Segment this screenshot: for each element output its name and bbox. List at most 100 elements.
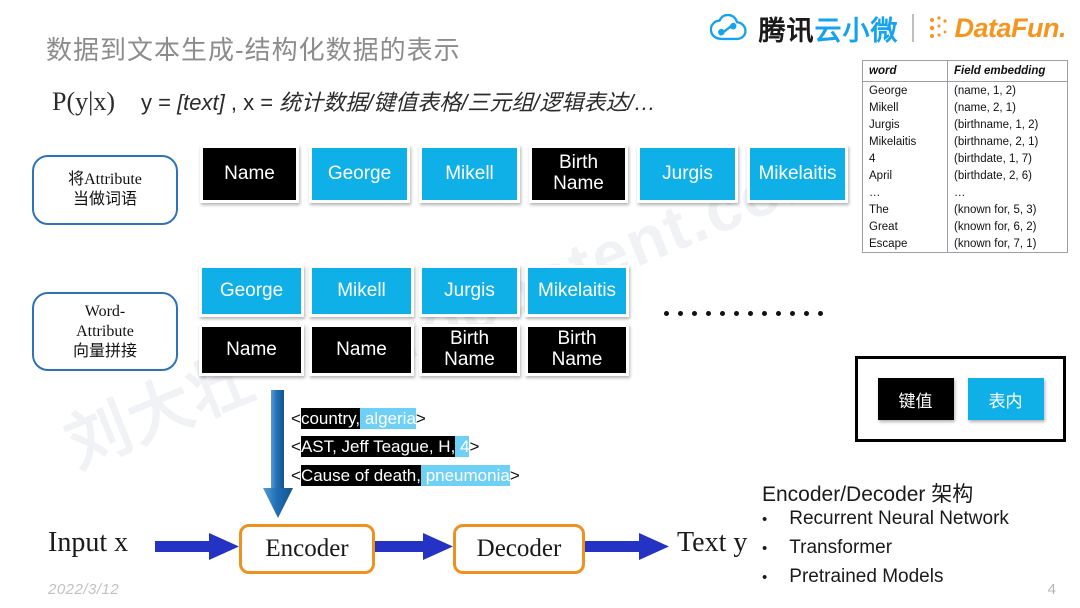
row2-chip-mikell: Mikell <box>309 265 414 317</box>
ellipsis-dot <box>706 311 711 316</box>
flow-input-label: Input x <box>48 527 129 558</box>
table-row: Mikelaitis (birthname, 2, 1) <box>862 133 1068 150</box>
decoder-box: Decoder <box>453 524 585 574</box>
ellipsis-dot <box>762 311 767 316</box>
note-attribute-line2: 当做词语 <box>72 191 137 208</box>
architecture-title: Encoder/Decoder 架构 <box>762 483 974 506</box>
row2-chip-mikelaitis: Mikelaitis <box>525 265 629 317</box>
triple-key: AST, Jeff Teague, H, <box>300 436 456 458</box>
chip-label: Name <box>202 327 301 373</box>
triple-key: Cause of death, <box>300 464 421 486</box>
tencent-cloud-logo: 腾讯云小微 <box>710 9 898 48</box>
table-row: Great (known for, 6, 2) <box>862 218 1068 235</box>
ellipsis-dot <box>664 311 669 316</box>
bullet-icon: • <box>762 511 768 528</box>
triple-row: <AST, Jeff Teague, H, 4> <box>291 434 520 460</box>
note-box-word-attribute-concat: Word- Attribute 向量拼接 <box>32 292 178 371</box>
chip-label: Mikell <box>422 148 517 200</box>
triple-row: <Cause of death, pneumonia> <box>291 463 520 489</box>
legend-key-value-swatch: 键值 <box>877 378 954 420</box>
ellipsis-dot <box>734 311 739 316</box>
triple-open: < <box>291 409 301 428</box>
triple-close: > <box>415 409 426 428</box>
table-cell: (birthname, 2, 1) <box>954 135 1039 148</box>
row2-chip-name: Name <box>199 324 304 376</box>
table-cell: Great <box>862 218 948 235</box>
page-number: 4 <box>1047 581 1056 598</box>
ellipsis-dots <box>664 311 823 316</box>
tencent-wordmark-blue: 云小微 <box>814 15 899 46</box>
ellipsis-dot <box>804 311 809 316</box>
table-cell: Escape <box>862 235 948 253</box>
table-header-row: word Field embedding <box>862 60 1068 82</box>
triple-value: pneumonia <box>420 464 510 486</box>
triple-examples: <country, algeria> <AST, Jeff Teague, H,… <box>291 406 520 491</box>
ellipsis-dot <box>720 311 725 316</box>
chip-label: Name <box>312 327 411 373</box>
table-cell: Mikelaitis <box>862 133 948 150</box>
table-cell: (known for, 6, 2) <box>954 220 1037 233</box>
table-cell: April <box>862 167 948 184</box>
formula-text-token: [text] <box>177 90 225 115</box>
chip-label: Birth Name <box>528 327 626 373</box>
table-cell: (known for, 7, 1) <box>954 237 1037 250</box>
formula-x-part: , x = <box>224 90 280 115</box>
datafun-dots-icon <box>928 15 950 41</box>
chip-label: Birth Name <box>532 148 625 200</box>
chip-label: Mikelaitis <box>750 148 845 200</box>
list-item: • Transformer <box>762 534 1009 563</box>
table-cell: George <box>862 81 948 99</box>
list-item-label: Transformer <box>789 536 893 558</box>
row1-chip-jurgis: Jurgis <box>637 145 738 203</box>
list-item-label: Pretrained Models <box>789 565 944 587</box>
triple-open: < <box>291 465 301 485</box>
tencent-cloud-icon <box>710 13 750 42</box>
chip-label: Name <box>203 148 296 200</box>
triple-key: country, <box>300 408 361 429</box>
note-wordattr-line3: 向量拼接 <box>72 342 137 360</box>
triple-value: 4 <box>455 436 470 458</box>
ellipsis-dot <box>678 311 683 316</box>
triple-value: algeria <box>360 408 416 429</box>
encoder-box: Encoder <box>239 524 375 574</box>
table-row: George (name, 1, 2) <box>862 81 1068 99</box>
table-cell: (birthname, 1, 2) <box>954 118 1039 131</box>
ellipsis-dot <box>790 311 795 316</box>
table-row: Jurgis (birthname, 1, 2) <box>862 116 1068 133</box>
table-cell: (known for, 5, 3) <box>954 203 1037 216</box>
chip-label: Mikell <box>312 268 411 314</box>
table-cell: (birthdate, 1, 7) <box>954 152 1032 165</box>
chip-label: Jurgis <box>640 148 735 200</box>
note-wordattr-line1: Word- <box>84 302 126 320</box>
table-header-cell: Field embedding <box>947 60 1068 82</box>
conditional-probability: P(y|x) <box>52 87 115 116</box>
architecture-list: • Recurrent Neural Network • Transformer • Pr… <box>762 505 1009 592</box>
chip-label: George <box>312 148 407 200</box>
bullet-icon: • <box>762 568 768 586</box>
chip-label: Birth Name <box>422 327 517 373</box>
triple-open: < <box>291 437 301 457</box>
formula-x-values: 统计数据/键值表格/三元组/逻辑表达/… <box>279 90 656 115</box>
formula-line: P(y|x) y = [text] , x = 统计数据/键值表格/三元组/逻辑表… <box>52 85 656 117</box>
list-item-label: Recurrent Neural Network <box>789 508 1009 529</box>
tencent-cloud-wordmark: 腾讯云小微 <box>758 9 898 48</box>
row1-chip-mikelaitis: Mikelaitis <box>747 145 848 203</box>
chip-label: Jurgis <box>422 268 517 314</box>
triple-close: > <box>509 465 520 485</box>
table-cell: … <box>954 186 966 199</box>
arrow-input-to-encoder-icon <box>155 530 241 567</box>
chip-label: Mikelaitis <box>528 268 626 314</box>
ellipsis-dot <box>818 311 823 316</box>
row1-chip-birth-name: Birth Name <box>529 145 628 203</box>
row2-chip-jurgis: Jurgis <box>419 265 520 317</box>
page-title: 数据到文本生成-结构化数据的表示 <box>46 35 461 65</box>
row1-chip-name: Name <box>200 145 299 203</box>
row2-chip-birth-name: Birth Name <box>419 324 520 376</box>
brand-logo-bar: 腾讯云小微 DataFun. <box>710 6 1066 50</box>
row1-chip-mikell: Mikell <box>419 145 520 203</box>
table-header-cell: word <box>862 60 948 82</box>
note-wordattr-line2: Attribute <box>76 322 134 340</box>
table-row: The (known for, 5, 3) <box>862 201 1068 218</box>
table-cell: Mikell <box>862 99 948 116</box>
word-field-embedding-table: word Field embedding George (name, 1, 2) Mik… <box>862 60 1068 253</box>
